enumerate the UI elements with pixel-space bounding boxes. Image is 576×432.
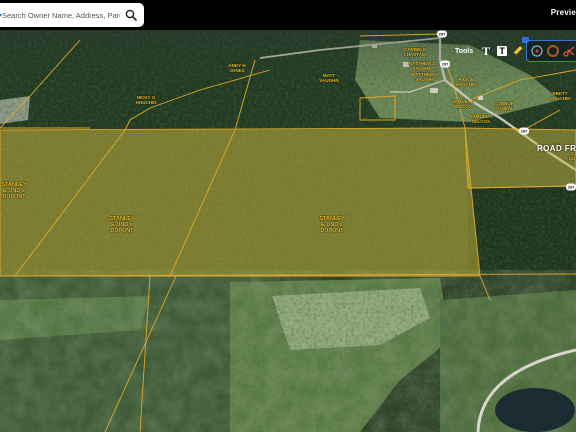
label-tool-glyph: T xyxy=(497,46,508,56)
parcel-label[interactable]: NICKY G HOUCHIN xyxy=(136,95,157,105)
parcel-label[interactable]: CARRIE G CHASTAIN xyxy=(404,47,427,57)
text-tool-icon[interactable]: T xyxy=(479,43,493,59)
parcel-label[interactable]: ANDY H JONES xyxy=(228,63,245,73)
parcel-label[interactable]: STANLEY E UND s DUPONT xyxy=(109,216,134,234)
parcel-label[interactable]: STANLEY E UND s DUPONT xyxy=(319,216,344,234)
search-box xyxy=(0,3,144,27)
road-frontage-label: ROAD FRON xyxy=(537,144,576,153)
buffer-tool-icon[interactable] xyxy=(546,44,560,58)
highlighted-parcel xyxy=(0,127,481,277)
scissors-icon[interactable] xyxy=(562,44,576,58)
preview-button[interactable]: Previe xyxy=(551,8,576,17)
top-bar: Previe xyxy=(0,0,576,30)
radius-tool-icon[interactable] xyxy=(530,44,544,58)
parcel-label[interactable]: SAMUEL T WILCOX xyxy=(470,114,493,124)
tools-label: Tools xyxy=(455,47,474,55)
road-shield: 297 xyxy=(437,30,447,38)
parcel-label[interactable]: MATT VAUGHN xyxy=(319,73,338,83)
parcel-label[interactable]: BRETT HOUCHIN xyxy=(550,91,571,101)
road-shield: 297 xyxy=(440,60,450,68)
parcel-label[interactable]: MATTHEW D VAUGHN xyxy=(411,72,438,82)
parcel-label[interactable]: MATTHEW D VAUGHN xyxy=(408,61,435,71)
label-tool-icon[interactable]: T xyxy=(495,43,509,59)
parcel-label[interactable]: SAMUEL T WILCOX xyxy=(452,99,475,109)
field-texture xyxy=(0,270,576,432)
tools-bar: Tools T T xyxy=(455,41,527,61)
search-input[interactable] xyxy=(2,8,120,22)
satellite-map[interactable] xyxy=(0,0,576,432)
layer-tools-group xyxy=(526,40,576,62)
parcel-label[interactable]: CONNOR L ONEAL xyxy=(494,101,514,111)
road-shield: 297 xyxy=(519,127,529,135)
road-shield: 297 xyxy=(566,183,576,191)
parcel-label[interactable]: STANLEY E UND s DUPONT xyxy=(1,182,26,200)
search-icon[interactable] xyxy=(124,8,138,22)
parcel-label[interactable]: RICK E HOUCHIN xyxy=(456,77,477,87)
ruler-icon[interactable] xyxy=(511,43,525,59)
pond xyxy=(495,388,575,432)
highlighted-parcel-east xyxy=(464,127,576,189)
